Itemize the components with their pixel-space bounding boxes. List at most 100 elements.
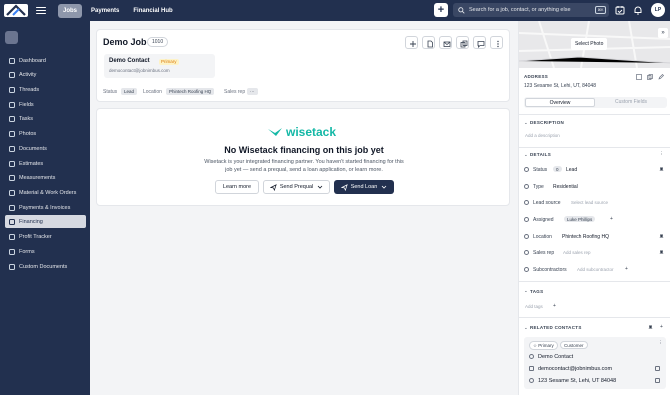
subcontractors-select[interactable]: Add subcontractor bbox=[577, 267, 614, 272]
chevron-down-icon[interactable]: ⌄ bbox=[524, 120, 528, 126]
assigned-chip[interactable]: Luke Phillips bbox=[564, 216, 596, 222]
type-field-value[interactable]: Residential bbox=[553, 184, 578, 190]
financing-heading: No Wisetack financing on this job yet bbox=[224, 145, 384, 155]
location-field-value[interactable]: Phintech Roofing HQ bbox=[562, 234, 609, 240]
add-subcontractor-button[interactable]: + bbox=[625, 266, 628, 272]
search-shortcut: ⌘K bbox=[595, 6, 606, 14]
send-prequal-button[interactable]: Send Prequal bbox=[263, 180, 330, 194]
salesrep-label: Sales rep bbox=[224, 89, 246, 95]
create-button[interactable]: + bbox=[434, 3, 448, 17]
tab-payments[interactable]: Payments bbox=[86, 4, 124, 18]
pin-icon[interactable] bbox=[659, 167, 664, 172]
copy-icon[interactable] bbox=[655, 378, 660, 383]
sidebar-item-profit-tracker[interactable]: Profit Tracker bbox=[5, 230, 86, 243]
document-button[interactable] bbox=[422, 36, 435, 49]
lead-source-select[interactable]: Select lead source bbox=[571, 200, 608, 205]
customer-tag: Customer bbox=[560, 341, 588, 349]
add-related-contact-button[interactable]: + bbox=[660, 324, 663, 330]
address-value[interactable]: 123 Sesame St, Lehi, UT, 84048 bbox=[524, 83, 596, 89]
send-icon bbox=[269, 183, 277, 191]
edit-icon[interactable] bbox=[658, 74, 664, 80]
bell-icon[interactable] bbox=[633, 5, 643, 15]
more-vertical-icon[interactable]: ⋮ bbox=[658, 340, 663, 346]
copy-button[interactable] bbox=[456, 36, 469, 49]
chevron-down-icon[interactable]: ⌄ bbox=[524, 288, 528, 294]
pin-icon[interactable] bbox=[659, 234, 664, 239]
menu-icon[interactable] bbox=[36, 6, 46, 15]
sidebar-item-label: Payments & Invoices bbox=[19, 204, 71, 211]
sidebar-item-financing[interactable]: Financing bbox=[5, 215, 86, 228]
sidebar-item-photos[interactable]: Photos bbox=[5, 127, 86, 140]
copy-icon[interactable] bbox=[655, 366, 660, 371]
email-button[interactable] bbox=[439, 36, 452, 49]
search-icon bbox=[458, 6, 465, 14]
learn-more-button[interactable]: Learn more bbox=[215, 180, 259, 194]
sidebar-item-payments-invoices[interactable]: Payments & Invoices bbox=[5, 201, 86, 214]
location-badge[interactable]: Phintech Roofing HQ bbox=[166, 88, 215, 95]
sidebar-item-fields[interactable]: Fields bbox=[5, 98, 86, 111]
sidebar-item-forms[interactable]: Forms bbox=[5, 245, 86, 258]
status-label: Status bbox=[103, 89, 118, 95]
copy-icon[interactable] bbox=[647, 74, 653, 80]
more-vertical-icon[interactable]: ⋮ bbox=[659, 151, 664, 157]
add-assignee-button[interactable]: + bbox=[610, 216, 613, 222]
app-logo[interactable] bbox=[4, 4, 28, 17]
sidebar-item-activity[interactable]: Activity bbox=[5, 68, 86, 81]
add-button[interactable] bbox=[405, 36, 418, 49]
avatar[interactable]: LP bbox=[651, 3, 665, 17]
address-label: ADDRESS bbox=[524, 74, 549, 79]
sidebar-item-label: Profit Tracker bbox=[19, 233, 52, 240]
sidebar-item-label: Estimates bbox=[19, 160, 44, 167]
sidebar-item-label: Financing bbox=[19, 218, 43, 225]
more-actions-button[interactable] bbox=[490, 36, 503, 49]
message-button[interactable] bbox=[473, 36, 486, 49]
calendar-check-icon[interactable] bbox=[615, 5, 625, 15]
document-icon bbox=[427, 40, 433, 47]
map-preview[interactable]: Select Photo » bbox=[519, 21, 670, 68]
mail-icon bbox=[529, 366, 534, 371]
wisetack-bird-icon bbox=[268, 128, 282, 136]
sidebar-item-dashboard[interactable]: Dashboard bbox=[5, 54, 86, 67]
tags-add[interactable]: Add tags bbox=[525, 304, 543, 309]
sidebar-item-measurements[interactable]: Measurements bbox=[5, 171, 86, 184]
type-field-label: Type bbox=[533, 184, 544, 190]
sidebar-item-tasks[interactable]: Tasks bbox=[5, 112, 86, 125]
details-label: DETAILS bbox=[530, 152, 552, 157]
sidebar-item-documents[interactable]: Documents bbox=[5, 142, 86, 155]
contact-chip[interactable]: Demo Contact Primary democontact@jobnimb… bbox=[104, 54, 215, 78]
chevron-down-icon[interactable]: ⌄ bbox=[524, 325, 528, 331]
subcontractors-icon bbox=[524, 267, 529, 272]
related-contact-name: Demo Contact bbox=[538, 354, 574, 360]
related-contact-card[interactable]: ☆ Primary Customer ⋮ Demo Contact democo… bbox=[524, 337, 666, 389]
related-contact-email[interactable]: democontact@jobnimbus.com bbox=[538, 366, 612, 372]
add-tag-button[interactable]: + bbox=[553, 303, 556, 309]
sidebar-item-estimates[interactable]: Estimates bbox=[5, 157, 86, 170]
salesrep-more-button[interactable]: ··· bbox=[247, 88, 258, 95]
tab-overview[interactable]: Overview bbox=[525, 98, 595, 107]
map-icon[interactable] bbox=[636, 74, 642, 80]
chevron-down-icon bbox=[317, 185, 323, 189]
pin-icon[interactable] bbox=[648, 325, 653, 330]
status-badge[interactable]: Lead bbox=[121, 88, 138, 95]
sales-rep-select[interactable]: Add sales rep bbox=[563, 250, 591, 255]
related-contact-address[interactable]: 123 Sesame St, Lehi, UT 84048 bbox=[538, 378, 616, 384]
collapse-sidebar-button[interactable] bbox=[5, 31, 18, 44]
select-photo-button[interactable]: Select Photo bbox=[571, 38, 608, 50]
activity-icon bbox=[9, 71, 15, 78]
wisetack-logo: wisetack bbox=[267, 125, 336, 139]
tab-financial-hub[interactable]: Financial Hub bbox=[128, 4, 177, 18]
sidebar-item-material-work-orders[interactable]: Material & Work Orders bbox=[5, 186, 86, 199]
sidebar-item-threads[interactable]: Threads bbox=[5, 83, 86, 96]
sidebar-item-custom-documents[interactable]: Custom Documents bbox=[5, 260, 86, 273]
tab-jobs[interactable]: Jobs bbox=[58, 3, 83, 18]
expand-panel-button[interactable]: » bbox=[658, 28, 668, 38]
status-field-value[interactable]: Lead bbox=[566, 167, 577, 173]
sidebar-item-label: Activity bbox=[19, 71, 37, 78]
pin-icon[interactable] bbox=[659, 250, 664, 255]
search-input[interactable]: Search for a job, contact, or anything e… bbox=[453, 3, 609, 17]
tab-custom-fields[interactable]: Custom Fields bbox=[596, 98, 666, 107]
chevron-down-icon[interactable]: ⌄ bbox=[524, 152, 528, 158]
send-loan-button[interactable]: Send Loan bbox=[334, 180, 394, 194]
measurements-icon bbox=[9, 174, 15, 181]
description-add[interactable]: Add a description bbox=[525, 133, 560, 138]
